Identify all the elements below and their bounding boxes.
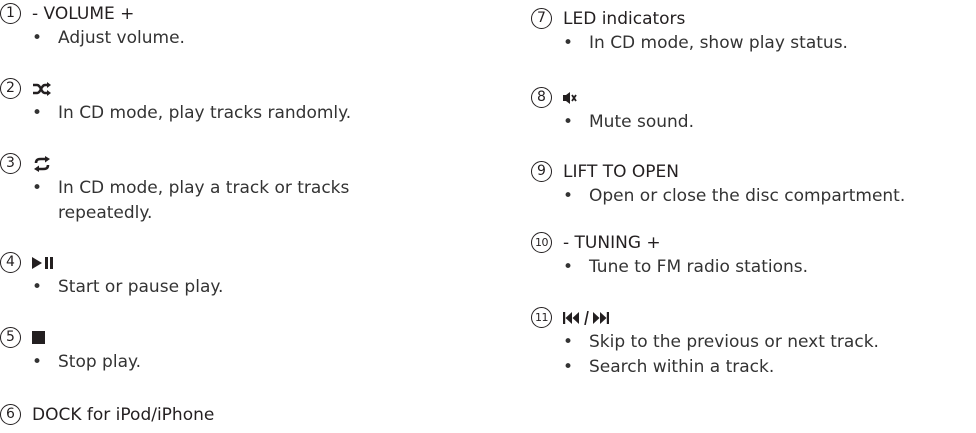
bullet-item: Tune to FM radio stations. xyxy=(531,255,976,280)
stop-icon xyxy=(32,326,46,350)
item-10: 10 - TUNING + Tune to FM radio stations. xyxy=(531,231,976,280)
item-5: 5 Stop play. xyxy=(0,326,470,375)
bullet-item: In CD mode, play tracks randomly. xyxy=(0,101,470,126)
skip-prev-next-icon xyxy=(563,306,609,330)
item-3: 3 In CD mode, play a track or tracks rep… xyxy=(0,152,470,226)
bullet-item: Stop play. xyxy=(0,350,470,375)
bullet-item: Mute sound. xyxy=(531,110,976,135)
item-number-badge: 8 xyxy=(531,87,552,108)
item-label: - TUNING + xyxy=(563,233,661,253)
play-pause-icon xyxy=(32,251,54,275)
item-9: 9 LIFT TO OPEN Open or close the disc co… xyxy=(531,160,976,209)
item-label: LIFT TO OPEN xyxy=(563,162,680,182)
bullet-item: In CD mode, show play status. xyxy=(531,31,976,56)
item-number-badge: 9 xyxy=(531,161,552,182)
item-label: DOCK for iPod/iPhone xyxy=(32,405,215,425)
bullet-item: In CD mode, play a track or tracks repea… xyxy=(0,176,470,226)
bullet-item: Start or pause play. xyxy=(0,275,470,300)
item-number-badge: 3 xyxy=(0,153,21,174)
item-number-badge: 10 xyxy=(531,232,552,253)
item-number-badge: 11 xyxy=(531,307,552,328)
bullet-item: Skip to the previous or next track. xyxy=(531,330,976,355)
item-4: 4 Start or pause play. xyxy=(0,251,470,300)
item-8: 8 Mute sound. xyxy=(531,86,976,135)
item-11: 11 Skip to the previous or next track. S… xyxy=(531,306,976,380)
item-7: 7 LED indicators In CD mode, show play s… xyxy=(531,7,976,56)
item-label: - VOLUME + xyxy=(32,4,135,24)
item-number-badge: 1 xyxy=(0,3,21,24)
item-number-badge: 2 xyxy=(0,78,21,99)
item-number-badge: 7 xyxy=(531,8,552,29)
item-2: 2 In CD mode, play tracks randomly. xyxy=(0,77,470,126)
item-label: LED indicators xyxy=(563,9,686,29)
bullet-item: Adjust volume. xyxy=(0,26,470,51)
repeat-icon xyxy=(32,152,52,176)
bullet-item: Open or close the disc compartment. xyxy=(531,184,976,209)
mute-icon xyxy=(563,86,577,110)
item-1: 1 - VOLUME + Adjust volume. xyxy=(0,2,470,51)
item-number-badge: 5 xyxy=(0,327,21,348)
shuffle-icon xyxy=(32,77,52,101)
item-number-badge: 4 xyxy=(0,252,21,273)
bullet-item: Search within a track. xyxy=(531,355,976,380)
item-6: 6 DOCK for iPod/iPhone xyxy=(0,403,470,427)
item-number-badge: 6 xyxy=(0,404,21,425)
